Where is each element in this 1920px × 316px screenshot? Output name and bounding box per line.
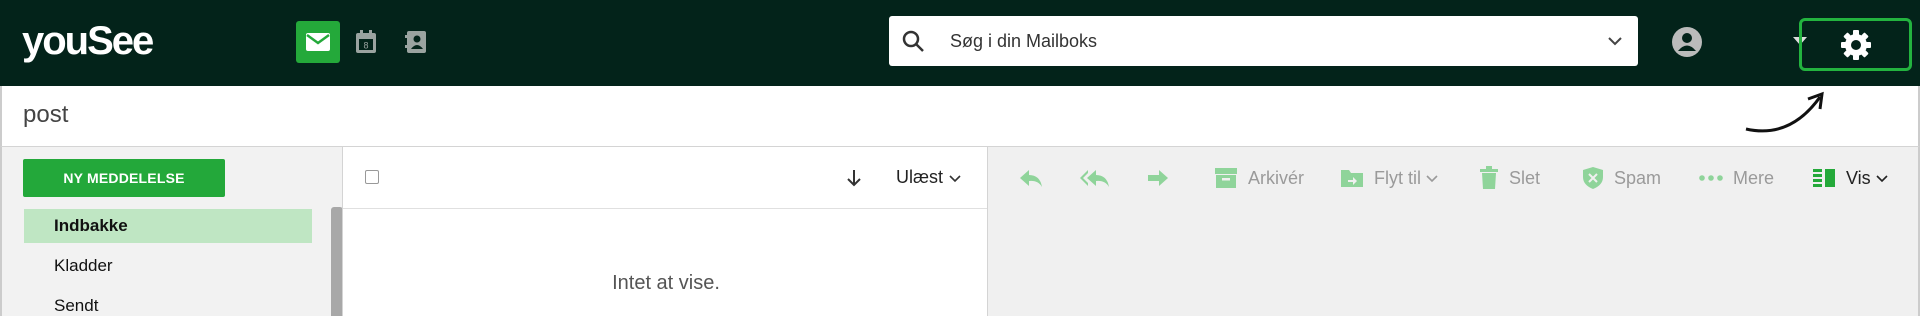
reply-all-icon xyxy=(1080,170,1109,187)
mail-app-button[interactable] xyxy=(296,21,340,63)
folder-inbox[interactable]: Indbakke xyxy=(24,209,312,243)
yousee-logo[interactable]: youSee xyxy=(22,18,154,64)
list-header: Ulæst xyxy=(343,147,987,209)
delete-label: Slet xyxy=(1509,167,1541,188)
spam-button[interactable]: Spam xyxy=(1582,164,1661,192)
forward-icon xyxy=(1148,170,1168,186)
message-list: Ulæst Intet at vise. xyxy=(342,147,988,316)
search-icon xyxy=(902,30,924,52)
gear-icon xyxy=(1840,29,1871,60)
contacts-app-button[interactable] xyxy=(394,21,438,63)
chevron-down-icon xyxy=(949,174,961,182)
more-label: Mere xyxy=(1733,167,1775,188)
trash-icon xyxy=(1480,166,1498,189)
user-icon xyxy=(1678,33,1696,51)
search-box[interactable]: Søg i din Mailboks xyxy=(889,16,1638,66)
move-to-label: Flyt til xyxy=(1374,167,1421,188)
calendar-icon: 8 xyxy=(356,30,376,53)
chevron-down-icon xyxy=(1426,175,1438,183)
reply-button[interactable] xyxy=(1018,164,1044,192)
forward-button[interactable] xyxy=(1146,164,1170,192)
reply-all-button[interactable] xyxy=(1079,164,1111,192)
top-bar: youSee 8 Søg i din Mailboks xyxy=(0,0,1920,86)
empty-list-message: Intet at vise. xyxy=(612,272,720,294)
avatar[interactable] xyxy=(1672,27,1702,57)
archive-icon xyxy=(1215,168,1237,188)
more-dots-icon xyxy=(1699,175,1723,181)
mail-icon xyxy=(306,33,330,51)
reading-pane: Arkivér Flyt til Slet Spam Mere Vis xyxy=(988,147,1920,316)
unread-filter-dropdown[interactable]: Ulæst xyxy=(896,167,961,188)
search-placeholder[interactable]: Søg i din Mailboks xyxy=(950,16,1097,66)
reply-icon xyxy=(1020,170,1042,187)
folder-move-icon xyxy=(1341,170,1363,187)
shield-icon xyxy=(1583,167,1603,189)
spam-label: Spam xyxy=(1614,167,1662,188)
archive-button[interactable]: Arkivér xyxy=(1214,164,1304,192)
sort-arrow-down-icon[interactable] xyxy=(844,168,864,188)
chevron-down-icon xyxy=(1876,175,1888,183)
delete-button[interactable]: Slet xyxy=(1479,164,1540,192)
filter-label: Ulæst xyxy=(896,167,944,187)
page-title: post xyxy=(23,101,69,128)
title-row: post xyxy=(0,86,1920,147)
svg-text:8: 8 xyxy=(363,41,368,51)
calendar-app-button[interactable]: 8 xyxy=(344,21,388,63)
message-toolbar: Arkivér Flyt til Slet Spam Mere Vis xyxy=(988,147,1918,209)
new-message-button[interactable]: NY MEDDELELSE xyxy=(23,159,225,197)
view-dropdown[interactable]: Vis xyxy=(1812,164,1888,192)
sidebar: NY MEDDELELSE Indbakke Kladder Sendt xyxy=(0,147,343,316)
layout-view-icon xyxy=(1813,169,1835,187)
select-all-checkbox[interactable] xyxy=(365,170,379,184)
archive-label: Arkivér xyxy=(1248,167,1305,188)
more-button[interactable]: Mere xyxy=(1699,164,1774,192)
contacts-icon xyxy=(405,31,426,53)
annotation-arrow-icon xyxy=(1745,91,1824,133)
folder-sent[interactable]: Sendt xyxy=(24,289,312,316)
settings-button[interactable] xyxy=(1799,18,1912,71)
move-to-dropdown[interactable]: Flyt til xyxy=(1340,164,1438,192)
view-label: Vis xyxy=(1846,167,1871,188)
chevron-down-icon[interactable] xyxy=(1606,32,1624,50)
folder-drafts[interactable]: Kladder xyxy=(24,249,312,283)
